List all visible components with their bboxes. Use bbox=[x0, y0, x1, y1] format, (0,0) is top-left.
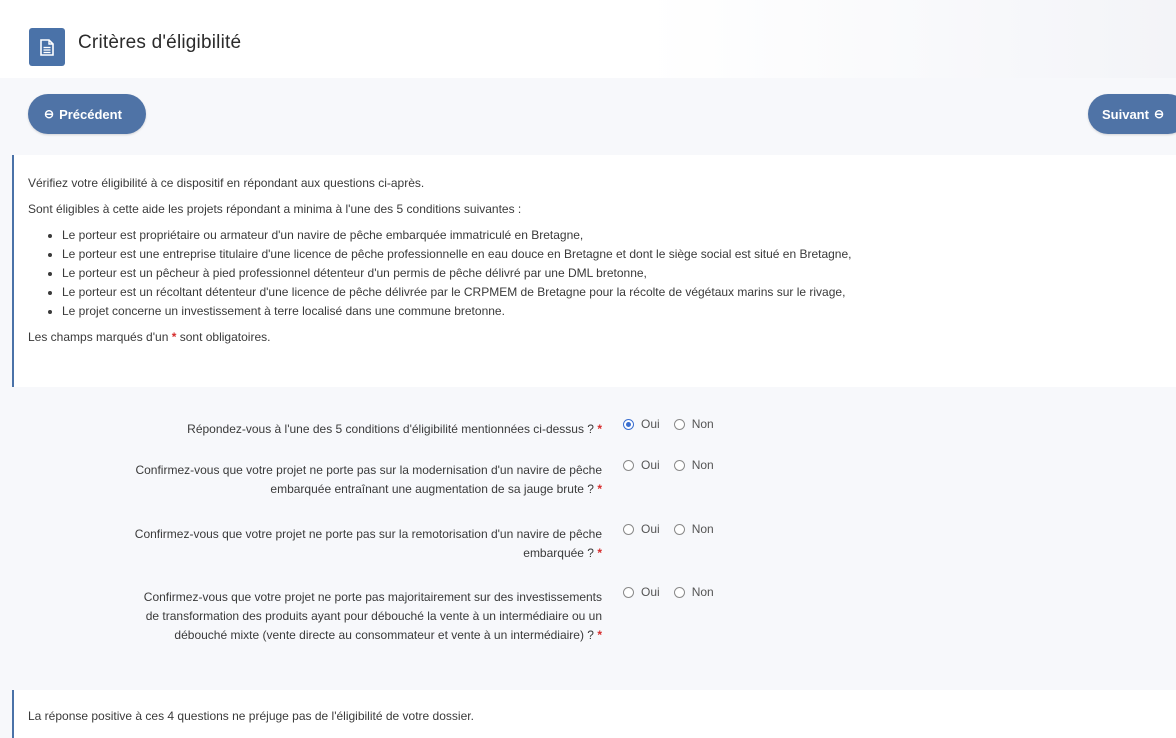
question-options: Oui Non bbox=[623, 522, 728, 536]
question-label-line: Confirmez-vous que votre projet ne porte… bbox=[135, 463, 602, 477]
eligibility-info-panel: Vérifiez votre éligibilité à ce disposit… bbox=[12, 155, 1176, 387]
question-label: Répondez-vous à l'une des 5 conditions d… bbox=[32, 420, 602, 439]
questions-form: Répondez-vous à l'une des 5 conditions d… bbox=[12, 395, 1176, 685]
radio-no[interactable] bbox=[673, 418, 685, 430]
intro-text: Vérifiez votre éligibilité à ce disposit… bbox=[28, 176, 425, 190]
condition-item: Le projet concerne un investissement à t… bbox=[62, 303, 1176, 319]
question-options: Oui Non bbox=[623, 458, 728, 472]
radio-yes[interactable] bbox=[623, 586, 634, 598]
question-label-line: embarquée entraînant une augmentation de… bbox=[270, 482, 594, 496]
radio-no[interactable] bbox=[673, 459, 685, 471]
option-no-label: Non bbox=[691, 522, 714, 536]
radio-no[interactable] bbox=[673, 586, 685, 598]
previous-button[interactable]: ⊖ Précédent bbox=[28, 94, 146, 134]
document-icon bbox=[29, 28, 65, 66]
footer-note-panel: La réponse positive à ces 4 questions ne… bbox=[12, 690, 1176, 738]
question-label-line: Répondez-vous à l'une des 5 conditions d… bbox=[187, 422, 594, 436]
circle-arrow-right-icon: ⊖ bbox=[1153, 107, 1165, 121]
page-header: Critères d'éligibilité bbox=[0, 0, 1176, 78]
conditions-intro-text: Sont éligibles à cette aide les projets … bbox=[28, 202, 522, 216]
option-yes-label: Oui bbox=[641, 522, 660, 536]
required-note-prefix: Les champs marqués d'un bbox=[28, 330, 169, 344]
option-yes[interactable]: Oui bbox=[623, 417, 660, 431]
question-label-line: débouché mixte (vente directe au consomm… bbox=[174, 628, 594, 642]
radio-yes[interactable] bbox=[623, 418, 634, 430]
next-button[interactable]: Suivant ⊖ bbox=[1088, 94, 1176, 134]
condition-item: Le porteur est un pêcheur à pied profess… bbox=[62, 265, 1176, 281]
option-yes-label: Oui bbox=[641, 585, 660, 599]
question-label-line: de transformation des produits ayant pou… bbox=[145, 609, 602, 623]
question-label-line: Confirmez-vous que votre projet ne porte… bbox=[143, 590, 602, 604]
option-yes[interactable]: Oui bbox=[623, 585, 660, 599]
previous-button-label: Précédent bbox=[59, 106, 122, 122]
question-label: Confirmez-vous que votre projet ne porte… bbox=[32, 461, 602, 499]
question-options: Oui Non bbox=[623, 585, 728, 599]
question-options: Oui Non bbox=[623, 417, 728, 431]
page-title: Critères d'éligibilité bbox=[78, 32, 242, 53]
radio-yes[interactable] bbox=[623, 459, 634, 471]
option-no[interactable]: Non bbox=[673, 522, 714, 536]
condition-item: Le porteur est une entreprise titulaire … bbox=[62, 246, 1176, 262]
option-yes[interactable]: Oui bbox=[623, 522, 660, 536]
radio-yes[interactable] bbox=[623, 523, 634, 535]
option-no[interactable]: Non bbox=[673, 417, 714, 431]
condition-item: Le porteur est un récoltant détenteur d'… bbox=[62, 284, 1176, 300]
option-no-label: Non bbox=[691, 458, 714, 472]
conditions-list: Le porteur est propriétaire ou armateur … bbox=[28, 227, 1176, 319]
radio-no[interactable] bbox=[673, 523, 685, 535]
option-no-label: Non bbox=[691, 417, 714, 431]
option-no[interactable]: Non bbox=[673, 585, 714, 599]
question-label-line: Confirmez-vous que votre projet ne porte… bbox=[134, 527, 602, 541]
question-label-line: embarquée ? bbox=[523, 546, 594, 560]
option-no-label: Non bbox=[691, 585, 714, 599]
condition-item: Le porteur est propriétaire ou armateur … bbox=[62, 227, 1176, 243]
question-label: Confirmez-vous que votre projet ne porte… bbox=[32, 525, 602, 563]
required-star: * bbox=[597, 482, 602, 496]
required-star: * bbox=[597, 546, 602, 560]
footer-note: La réponse positive à ces 4 questions ne… bbox=[28, 709, 474, 723]
required-star: * bbox=[597, 422, 602, 436]
required-note-suffix: sont obligatoires. bbox=[179, 330, 271, 344]
option-yes-label: Oui bbox=[641, 458, 660, 472]
option-no[interactable]: Non bbox=[673, 458, 714, 472]
option-yes[interactable]: Oui bbox=[623, 458, 660, 472]
option-yes-label: Oui bbox=[641, 417, 660, 431]
circle-arrow-left-icon: ⊖ bbox=[44, 107, 55, 121]
required-fields-note: Les champs marqués d'un * sont obligatoi… bbox=[28, 329, 1176, 345]
question-label: Confirmez-vous que votre projet ne porte… bbox=[32, 588, 602, 645]
required-star: * bbox=[171, 330, 177, 344]
required-star: * bbox=[597, 628, 602, 642]
next-button-label: Suivant bbox=[1102, 106, 1149, 122]
